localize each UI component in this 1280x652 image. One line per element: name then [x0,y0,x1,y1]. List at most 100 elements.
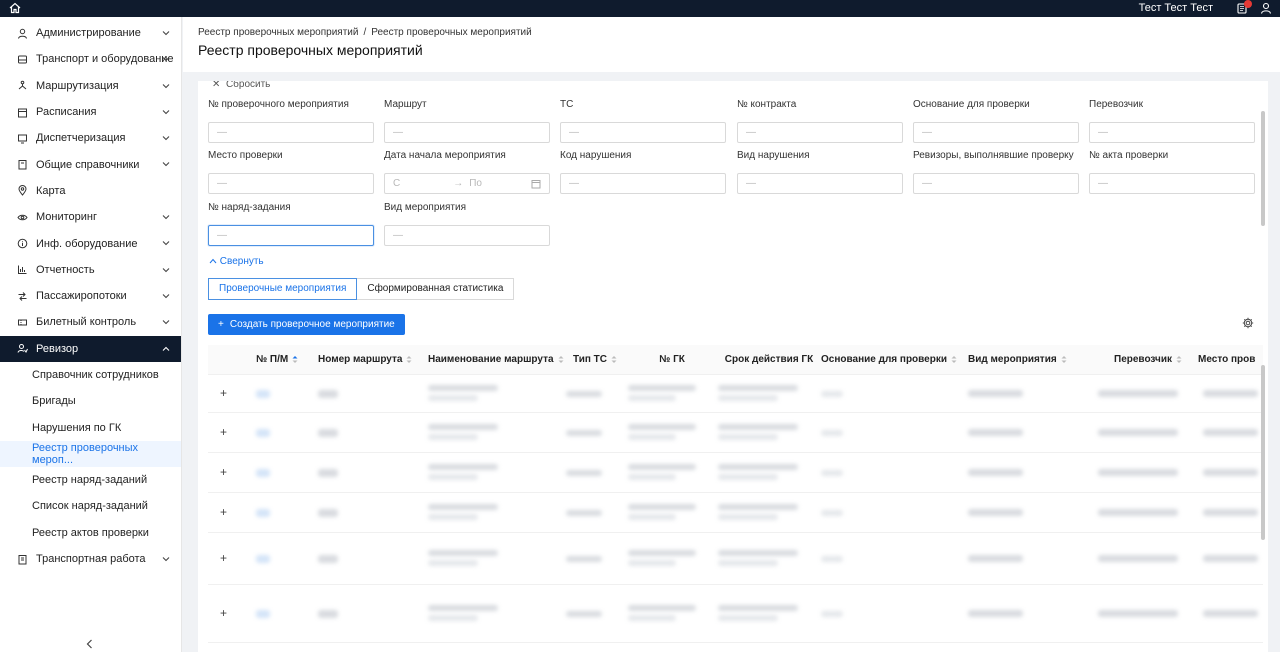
column-header[interactable]: № ГК [628,345,716,375]
collapse-sidebar-icon[interactable] [84,638,96,650]
sidebar-subitem[interactable]: Нарушения по ГК [0,414,181,440]
filter-input[interactable]: — [208,173,374,194]
sidebar-subitem[interactable]: Справочник сотрудников [0,362,181,388]
table-scrollbar[interactable] [1261,365,1265,540]
chevron-down-icon [162,136,170,141]
column-header[interactable]: Основание для проверки [821,345,966,375]
sidebar: Администрирование Транспорт и оборудован… [0,17,182,652]
page-header: Реестр проверочных мероприятий / Реестр пр… [183,17,1280,72]
sidebar-item-label: Транспортная работа [36,553,146,566]
calendar-icon[interactable] [531,179,541,189]
sort-icon[interactable] [951,355,957,364]
sidebar-item-10[interactable]: Пассажиропотоки [0,283,181,309]
table-row[interactable]: + [208,413,1263,453]
inspector-icon [17,344,28,354]
reset-label: Сбросить [225,81,271,90]
expand-row-icon[interactable]: + [220,465,227,479]
sidebar-item-label: Транспорт и оборудование [36,53,174,66]
inspections-table: № П/М Номер маршрута Наименование маршру… [208,345,1263,643]
sidebar-item-3[interactable]: Расписания [0,99,181,125]
filter-field: Вид нарушения — [737,150,903,194]
filter-input[interactable]: — [1089,122,1255,143]
expand-row-icon[interactable]: + [220,386,227,400]
column-header[interactable]: Номер маршрута [318,345,426,375]
column-header[interactable]: Место пров [1198,345,1268,375]
column-header[interactable]: Вид мероприятия [968,345,1096,375]
sidebar-item-8[interactable]: Инф. оборудование [0,230,181,256]
filter-field: Основание для проверки — [913,99,1079,143]
column-header-label: Наименование маршрута [428,354,554,365]
tab-statistics[interactable]: Сформированная статистика [357,278,515,300]
sidebar-item-transport-work[interactable]: Транспортная работа [0,546,181,572]
user-icon[interactable] [1260,2,1272,14]
sidebar-item-11[interactable]: Билетный контроль [0,309,181,335]
column-header[interactable]: Наименование маршрута [428,345,564,375]
date-from: С [393,178,401,189]
sidebar-subitem[interactable]: Реестр наряд-заданий [0,467,181,493]
filters-scrollbar[interactable] [1261,111,1265,226]
flow-icon [18,291,27,301]
column-header[interactable]: Перевозчик [1098,345,1198,375]
expand-row-icon[interactable]: + [220,425,227,439]
filter-input[interactable]: — [560,122,726,143]
sidebar-item-5[interactable]: Общие справочники [0,151,181,177]
redacted-cell [968,429,1023,436]
reset-button[interactable]: ✕ Сбросить [212,81,270,90]
sidebar-item-1[interactable]: Транспорт и оборудование [0,46,181,72]
filter-input[interactable]: — [737,122,903,143]
collapse-filters-link[interactable]: Свернуть [209,256,264,267]
sort-icon[interactable] [406,355,412,364]
sidebar-item-0[interactable]: Администрирование [0,20,181,46]
column-header[interactable]: Срок действия ГК [718,345,820,375]
filter-input[interactable]: — [560,173,726,194]
redacted-cell [1203,555,1258,562]
sidebar-item-6[interactable]: Карта [0,178,181,204]
filter-input[interactable]: — [208,225,374,246]
chevron-down-icon [162,215,170,220]
sidebar-item-4[interactable]: Диспетчеризация [0,125,181,151]
filter-input[interactable]: — [384,225,550,246]
date-range-input[interactable]: С → По [384,173,550,194]
sort-icon[interactable] [1061,355,1067,364]
sidebar-subitem[interactable]: Реестр актов проверки [0,520,181,546]
chevron-up-icon [209,258,217,264]
column-header[interactable]: Тип ТС [566,345,624,375]
tab-inspections[interactable]: Проверочные мероприятия [208,278,358,300]
filter-input[interactable]: — [913,173,1079,194]
breadcrumb-item[interactable]: Реестр проверочных мероприятий [198,27,358,38]
chevron-down-icon [162,83,170,88]
create-button-label: Создать проверочное мероприятие [229,319,395,330]
filter-input[interactable]: — [913,122,1079,143]
home-icon[interactable] [9,2,21,14]
redacted-cell [318,469,338,477]
sort-icon[interactable] [611,355,617,364]
table-row[interactable]: + [208,493,1263,533]
sort-icon[interactable] [558,355,564,364]
sidebar-item-7[interactable]: Мониторинг [0,204,181,230]
expand-row-icon[interactable]: + [220,606,227,620]
expand-row-icon[interactable]: + [220,505,227,519]
table-row[interactable]: + [208,585,1263,643]
filter-input[interactable]: — [737,173,903,194]
sidebar-item-9[interactable]: Отчетность [0,257,181,283]
user-name[interactable]: Тест Тест Тест [1139,1,1213,16]
sidebar-subitem[interactable]: Реестр проверочных мероп... [0,440,181,468]
filter-input[interactable]: — [208,122,374,143]
sort-icon[interactable] [292,355,298,364]
table-row[interactable]: + [208,375,1263,413]
filter-input[interactable]: — [1089,173,1255,194]
filter-input[interactable]: — [384,122,550,143]
sort-icon[interactable] [1176,355,1182,364]
expand-row-icon[interactable]: + [220,551,227,565]
sidebar-item-12[interactable]: Ревизор [0,335,181,362]
gear-icon[interactable] [1242,317,1254,329]
sidebar-item-2[interactable]: Маршрутизация [0,73,181,99]
main-area: Реестр проверочных мероприятий / Реестр пр… [183,17,1280,652]
sidebar-subitem[interactable]: Бригады [0,388,181,414]
table-row[interactable]: + [208,453,1263,493]
column-header[interactable]: № П/М [256,345,314,375]
table-row[interactable]: + [208,533,1263,585]
create-inspection-button[interactable]: + Создать проверочное мероприятие [208,314,405,335]
notification-icon[interactable] [1235,0,1252,15]
sidebar-subitem[interactable]: Список наряд-заданий [0,493,181,519]
